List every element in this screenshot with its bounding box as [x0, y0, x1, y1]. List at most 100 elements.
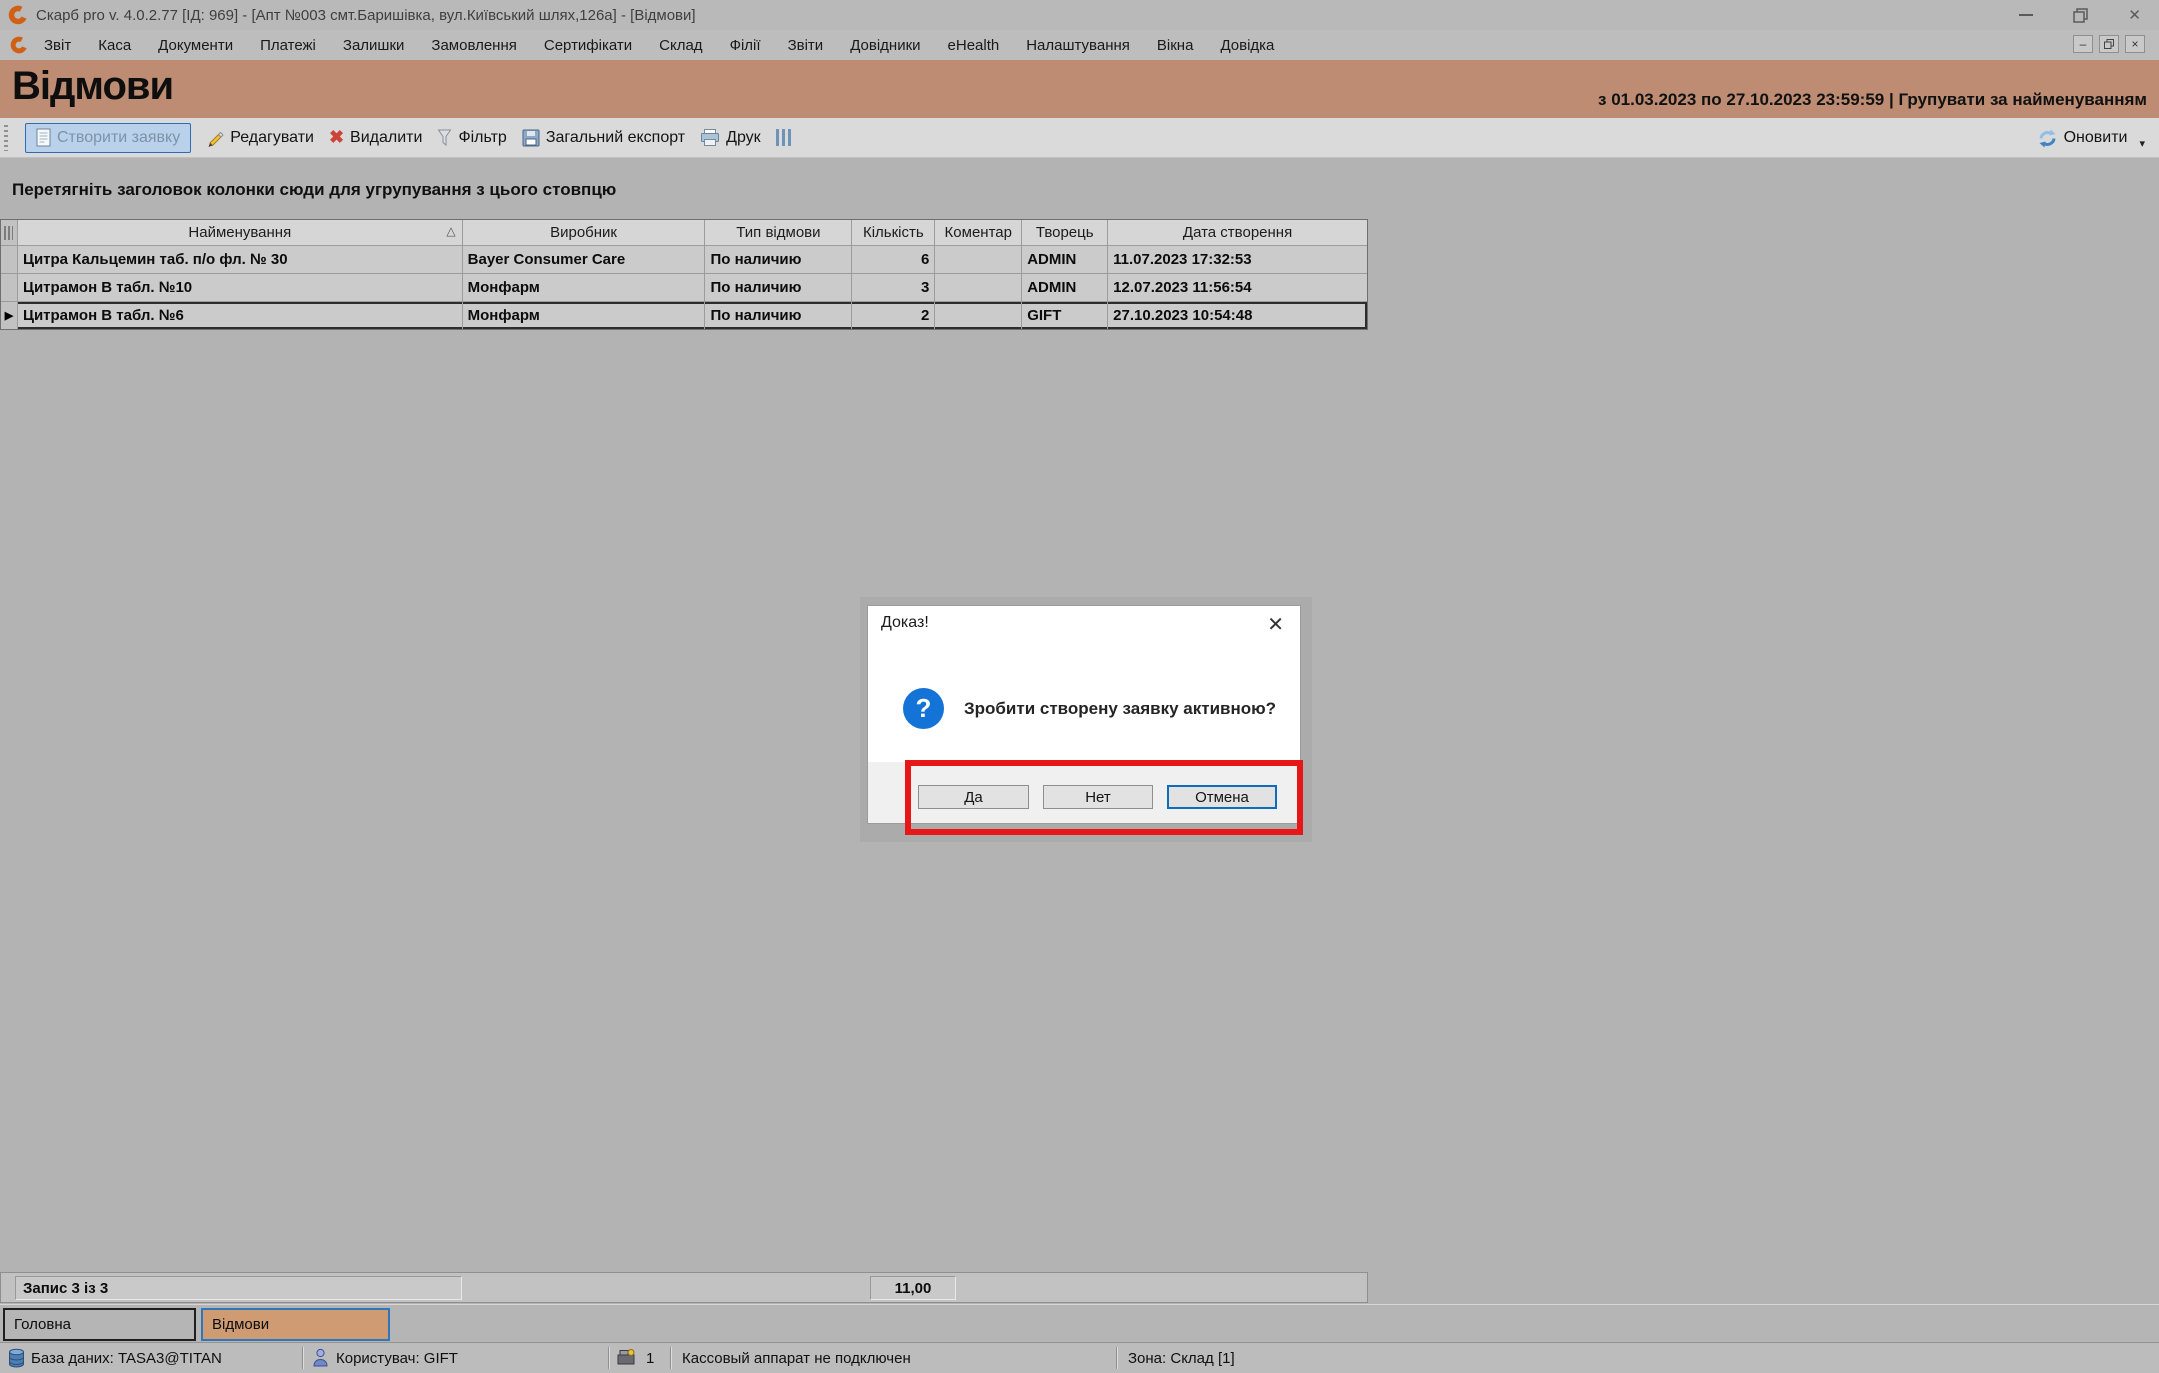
close-icon[interactable]: ✕	[2128, 8, 2141, 23]
menu-sertyfikaty[interactable]: Сертифікати	[544, 37, 632, 54]
table-row[interactable]: Цитра Кальцемин таб. п/о фл. № 30 Bayer …	[1, 245, 1367, 273]
cell-creator: ADMIN	[1022, 246, 1108, 273]
menu-bar: Звіт Каса Документи Платежі Залишки Замо…	[0, 30, 2159, 60]
cell-comment	[935, 274, 1022, 301]
tab-refusals[interactable]: Відмови	[201, 1308, 390, 1341]
dialog-title: Доказ!	[881, 614, 929, 632]
menu-dovidka[interactable]: Довідка	[1220, 37, 1274, 54]
cell-comment	[935, 302, 1022, 329]
status-bar: База даних: TASA3@TITAN Користувач: GIFT…	[0, 1342, 2159, 1373]
mdi-system-icon[interactable]	[10, 36, 28, 54]
table-row[interactable]: Цитрамон В табл. №10 Монфарм По наличию …	[1, 273, 1367, 301]
menu-sklad[interactable]: Склад	[659, 37, 702, 54]
user-icon	[312, 1348, 329, 1367]
menu-filii[interactable]: Філії	[730, 37, 761, 54]
column-header-creator[interactable]: Творець	[1022, 220, 1108, 245]
column-header-created-date[interactable]: Дата створення	[1108, 220, 1367, 245]
menu-dovidnyky[interactable]: Довідники	[850, 37, 920, 54]
print-button[interactable]: Друк	[700, 129, 761, 147]
restore-icon[interactable]	[2073, 8, 2088, 23]
tab-bar: Головна Відмови	[0, 1304, 2159, 1342]
mdi-restore-icon[interactable]	[2099, 35, 2119, 53]
toolbar-drag-handle[interactable]	[4, 125, 8, 151]
export-button[interactable]: Загальний експорт	[522, 129, 685, 147]
minimize-icon[interactable]	[2019, 14, 2033, 16]
refresh-label: Оновити	[2064, 129, 2128, 147]
total-panel: 11,00	[870, 1276, 956, 1300]
columns-icon[interactable]	[776, 129, 791, 146]
status-divider	[302, 1347, 303, 1369]
new-document-icon	[36, 128, 51, 147]
record-count-panel: Запис 3 із 3	[15, 1276, 462, 1300]
register-status: Кассовый аппарат не подключен	[682, 1350, 911, 1367]
filter-button[interactable]: Фільтр	[437, 129, 506, 147]
column-header-quantity[interactable]: Кількість	[852, 220, 935, 245]
header-indicator-cell	[1, 220, 18, 245]
table-row-selected[interactable]: ▶ Цитрамон В табл. №6 Монфарм По наличию…	[1, 301, 1367, 329]
create-request-button[interactable]: Створити заявку	[25, 123, 191, 153]
floppy-export-icon	[522, 129, 540, 147]
confirmation-dialog: Доказ! ✕ ? Зробити створену заявку актив…	[867, 605, 1301, 824]
page-title: Відмови	[12, 64, 173, 109]
menu-zamovlennia[interactable]: Замовлення	[431, 37, 516, 54]
column-header-comment[interactable]: Коментар	[935, 220, 1022, 245]
mdi-minimize-icon[interactable]: –	[2073, 35, 2093, 53]
cell-refusal-type: По наличию	[705, 302, 852, 329]
dialog-message: Зробити створену заявку активною?	[964, 699, 1276, 719]
cell-name: Цитра Кальцемин таб. п/о фл. № 30	[18, 246, 463, 273]
yes-button[interactable]: Да	[918, 785, 1029, 809]
cell-manufacturer: Монфарм	[463, 274, 706, 301]
mdi-close-icon[interactable]: ×	[2125, 35, 2145, 53]
column-header-manufacturer[interactable]: Виробник	[463, 220, 706, 245]
cancel-button[interactable]: Отмена	[1167, 785, 1277, 809]
create-request-label: Створити заявку	[57, 129, 180, 147]
dialog-close-icon[interactable]: ✕	[1267, 612, 1284, 637]
menu-zvit[interactable]: Звіт	[44, 37, 71, 54]
sort-asc-icon: △	[446, 224, 455, 238]
register-count: 1	[646, 1350, 654, 1367]
zone-status: Зона: Склад [1]	[1128, 1350, 1235, 1367]
refresh-dropdown-icon[interactable]: ▾	[2139, 137, 2145, 150]
column-header-refusal-type[interactable]: Тип відмови	[705, 220, 852, 245]
status-divider	[1116, 1347, 1117, 1369]
refresh-button[interactable]: Оновити ▾	[2037, 118, 2145, 158]
cell-quantity: 2	[852, 302, 935, 329]
delete-button[interactable]: ✖ Видалити	[329, 127, 422, 148]
grid-corner-icon	[4, 226, 13, 240]
menu-dokumenty[interactable]: Документи	[158, 37, 233, 54]
cash-register-icon	[616, 1348, 636, 1366]
printer-icon	[700, 129, 720, 146]
menu-vikna[interactable]: Вікна	[1157, 37, 1194, 54]
cell-manufacturer: Bayer Consumer Care	[463, 246, 706, 273]
cell-name: Цитрамон В табл. №10	[18, 274, 463, 301]
menu-kasa[interactable]: Каса	[98, 37, 131, 54]
menu-zalyshky[interactable]: Залишки	[343, 37, 405, 54]
cell-created-date: 11.07.2023 17:32:53	[1108, 246, 1367, 273]
window-title: Скарб pro v. 4.0.2.77 [ІД: 969] - [Апт №…	[36, 7, 696, 24]
database-status: База даних: TASA3@TITAN	[31, 1350, 222, 1367]
toolbar: Створити заявку Редагувати ✖ Видалити Фі…	[0, 118, 2159, 158]
dialog-footer: Да Нет Отмена	[868, 762, 1300, 823]
app-window: Скарб pro v. 4.0.2.77 [ІД: 969] - [Апт №…	[0, 0, 2159, 1373]
cell-created-date: 12.07.2023 11:56:54	[1108, 274, 1367, 301]
export-label: Загальний експорт	[546, 129, 685, 147]
tab-home[interactable]: Головна	[3, 1308, 196, 1341]
cell-quantity: 3	[852, 274, 935, 301]
no-button[interactable]: Нет	[1043, 785, 1153, 809]
cell-creator: GIFT	[1022, 302, 1108, 329]
refusals-table: Найменування △ Виробник Тип відмови Кіль…	[0, 219, 1368, 330]
cell-manufacturer: Монфарм	[463, 302, 706, 329]
menu-ehealth[interactable]: eHealth	[948, 37, 1000, 54]
print-label: Друк	[726, 129, 761, 147]
column-header-name-label: Найменування	[188, 224, 291, 241]
question-icon: ?	[903, 688, 944, 729]
menu-platezhi[interactable]: Платежі	[260, 37, 316, 54]
filter-label: Фільтр	[458, 129, 506, 147]
menu-items: Звіт Каса Документи Платежі Залишки Замо…	[44, 37, 1274, 54]
menu-zvity[interactable]: Звіти	[788, 37, 824, 54]
mdi-window-controls: – ×	[2073, 35, 2145, 53]
edit-button[interactable]: Редагувати	[206, 129, 314, 147]
column-header-name[interactable]: Найменування △	[18, 220, 463, 245]
status-divider	[608, 1347, 609, 1369]
menu-nalashtuvannia[interactable]: Налаштування	[1026, 37, 1130, 54]
